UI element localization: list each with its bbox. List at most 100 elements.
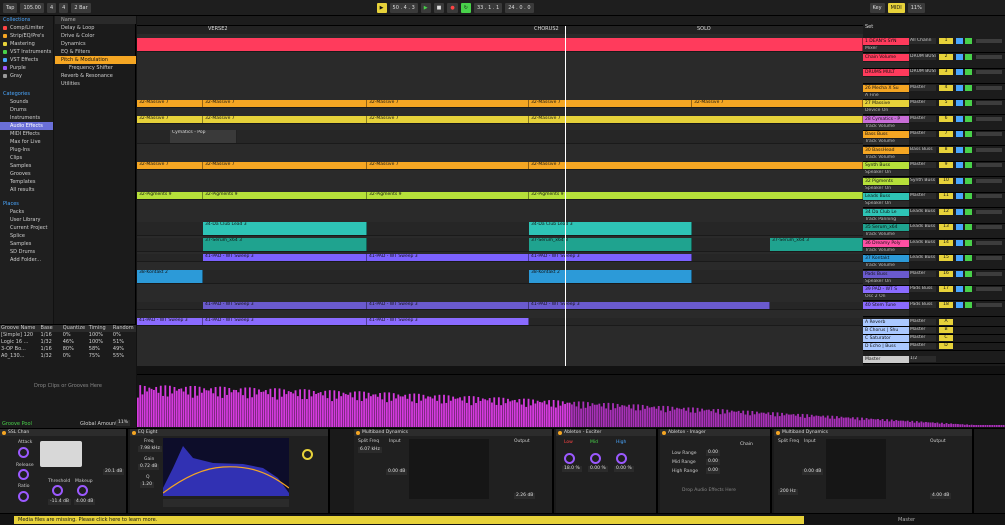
key-map-button[interactable]: Key	[869, 2, 885, 13]
locator-verse2[interactable]: VERSE2	[203, 26, 228, 33]
loop-length-field[interactable]: 24 . 0 . 0	[505, 2, 534, 13]
track-output-routing[interactable]: Leads Buss	[909, 208, 936, 215]
browser-folder-item[interactable]: Frequency Shifter	[55, 64, 136, 72]
groove-row[interactable]: Logic 16 ... 1/32 46% 100% 51%	[0, 339, 136, 346]
arrangement-clip[interactable]: 32-Massive 7	[137, 116, 203, 123]
groove-cell[interactable]: 0%	[62, 332, 88, 339]
track-automation-chooser[interactable]: Track Volume	[863, 154, 909, 161]
release-knob[interactable]	[18, 469, 29, 480]
collection-item[interactable]: Comp/Limiter	[0, 24, 53, 32]
groove-cell[interactable]: 1/32	[40, 339, 62, 346]
time-sig-num[interactable]: 4	[46, 2, 57, 13]
arrangement-clip[interactable]: 41-PAD - WT Sweep 3	[203, 318, 367, 325]
solo-button[interactable]	[956, 100, 963, 106]
return-track[interactable]: B Chorus | Shu Master B	[863, 327, 1005, 335]
solo-button[interactable]	[956, 38, 963, 44]
groove-cell[interactable]: 58%	[88, 346, 112, 353]
arrangement-clip[interactable]	[137, 38, 863, 51]
filter-selector-row[interactable]	[163, 499, 289, 507]
mixer-track[interactable]: Leads Buss Speaker On Master 11	[863, 193, 1005, 208]
split-freq-value[interactable]: 200 Hz	[778, 489, 798, 495]
track-lane[interactable]: 34-Da Club Lead 3 34-Da Club Lead 3	[137, 222, 863, 236]
groove-column-header[interactable]: Base	[40, 325, 62, 332]
track-automation-chooser[interactable]: Track Volume	[863, 263, 909, 269]
browser-folder-item[interactable]: EQ & Filters	[55, 48, 136, 56]
track-lane[interactable]: 41-PAD - WT Sweep 3 41-PAD - WT Sweep 3 41…	[137, 318, 863, 326]
track-name[interactable]: 34 Da Club Le	[863, 208, 909, 216]
category-item[interactable]: Templates	[0, 178, 53, 186]
mixer-track[interactable]: Bass Buss Track Volume Master 7	[863, 131, 1005, 146]
track-lane[interactable]: 32-Massive 7 32-Massive 7 32-Massive 7 32-M…	[137, 116, 863, 124]
category-item[interactable]: Samples	[0, 162, 53, 170]
time-sig-den[interactable]: 4	[59, 2, 69, 13]
track-output-routing[interactable]: DRUM BUSS	[909, 69, 936, 75]
track-output-routing[interactable]: Master	[909, 131, 936, 137]
track-automation-chooser[interactable]: A Fine	[863, 92, 909, 99]
device-title[interactable]: Ableton - Exciter	[556, 429, 656, 436]
arrangement-clip[interactable]: 32-Massive 7	[367, 100, 529, 107]
arrangement-clip[interactable]: 32-Pigments 9	[137, 192, 203, 199]
return-output-routing[interactable]: Master	[909, 335, 936, 341]
return-activator[interactable]: D	[939, 343, 953, 349]
tap-tempo-button[interactable]: Tap	[3, 2, 18, 13]
arrangement-clip[interactable]: 32-Pigments 9	[203, 192, 367, 199]
track-activator[interactable]: 17	[939, 286, 953, 292]
input-value[interactable]: 0.00 dB	[386, 469, 408, 475]
track-output-routing[interactable]: Leads Buss	[909, 224, 936, 230]
track-lane[interactable]: 32-Pigments 9 32-Pigments 9 32-Pigments 93…	[137, 192, 863, 200]
threshold-value[interactable]: -11.4 dB	[48, 499, 72, 505]
mid-amount-value[interactable]: 0.00 %	[588, 466, 608, 472]
loop-start-field[interactable]: 33 . 1 . 1	[473, 2, 503, 13]
track-output-routing[interactable]: All Chann	[909, 38, 936, 44]
mixer-track[interactable]: 27 Massive Device On Master 5	[863, 100, 1005, 115]
track-name[interactable]: Leads Buss	[863, 193, 909, 200]
track-automation-chooser[interactable]: Speaker On	[863, 170, 909, 176]
output-value[interactable]: 20.1 dB	[103, 469, 125, 475]
track-output-routing[interactable]: Pads Buss	[909, 286, 936, 292]
track-automation-chooser[interactable]: Speaker On	[863, 278, 909, 285]
collection-item[interactable]: VST Effects	[0, 56, 53, 64]
arrangement-clip[interactable]: 32-Pigments 9	[529, 192, 863, 199]
loop-button[interactable]: ↻	[460, 2, 471, 13]
return-output-routing[interactable]: Master	[909, 343, 936, 349]
band-display[interactable]	[826, 439, 886, 499]
track-name[interactable]: 39 PAD - WT S	[863, 286, 909, 293]
groove-cell[interactable]: 100%	[88, 339, 112, 346]
global-amount-value[interactable]: 11%	[116, 420, 131, 426]
makeup-knob[interactable]	[77, 485, 88, 496]
track-output-routing[interactable]: Leads Buss	[909, 255, 936, 261]
stop-icon[interactable]: ■	[433, 2, 445, 13]
return-activator[interactable]: C	[939, 335, 953, 341]
output-value[interactable]: 2.26 dB	[514, 493, 536, 499]
place-item[interactable]: Samples	[0, 240, 53, 248]
track-activator[interactable]: 11	[939, 193, 953, 199]
metronome-menu[interactable]: 2 Bar	[71, 2, 91, 13]
place-item[interactable]: Current Project	[0, 224, 53, 232]
low-range-value[interactable]: 0.00	[706, 450, 721, 456]
track-name[interactable]: Synth Buss	[863, 162, 909, 169]
mixer-track[interactable]: 1 DEAN'S SYN Mixer All Chann 1	[863, 38, 1005, 53]
browser-folder-item[interactable]: Drive & Color	[55, 32, 136, 40]
track-activator[interactable]: 6	[939, 115, 953, 122]
q-value[interactable]: 1.20	[140, 482, 155, 488]
solo-button[interactable]	[956, 193, 963, 199]
arrangement-clip[interactable]: 32-Massive 7	[203, 162, 367, 169]
solo-button[interactable]	[956, 146, 963, 153]
mixer-track[interactable]: 35 Serum_x64 Track Volume Leads Buss 13	[863, 224, 1005, 239]
track-output-routing[interactable]: Synth Buss	[909, 177, 936, 184]
track-activator[interactable]: 10	[939, 177, 953, 184]
track-name[interactable]: 28 Cymatics - P	[863, 115, 909, 123]
arm-button[interactable]	[965, 162, 972, 168]
track-name[interactable]: 27 Massive	[863, 100, 909, 107]
track-output-routing[interactable]: Master	[909, 84, 936, 91]
category-item[interactable]: Drums	[0, 106, 53, 114]
low-amount-value[interactable]: 18.0 %	[562, 466, 582, 472]
track-activator[interactable]: 12	[939, 208, 953, 215]
category-item[interactable]: Instruments	[0, 114, 53, 122]
track-name[interactable]: Bass Buss	[863, 131, 909, 138]
arrangement-clip[interactable]: 32-Massive 7	[692, 100, 863, 107]
device-title[interactable]: Multiband Dynamics	[354, 429, 552, 436]
place-item[interactable]: User Library	[0, 216, 53, 224]
track-lane[interactable]: Cymatics - Pop	[137, 130, 863, 144]
ratio-knob[interactable]	[18, 491, 29, 502]
